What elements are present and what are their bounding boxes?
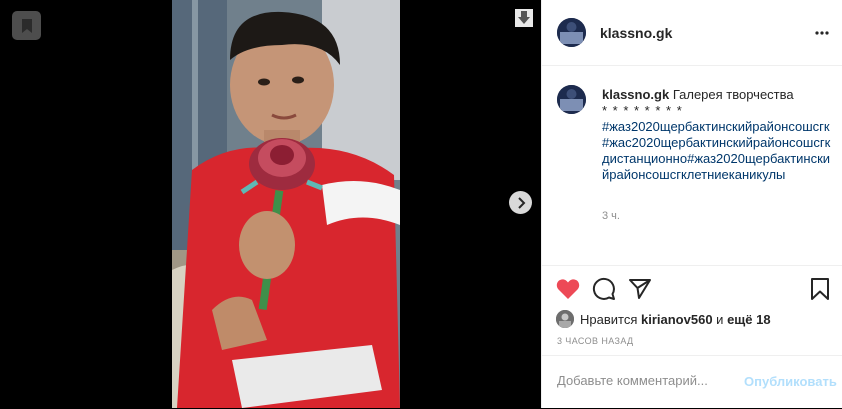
caption-time: 3 ч. (602, 210, 620, 222)
save-icon (811, 278, 829, 300)
post-photo (172, 0, 400, 408)
caption-author-avatar[interactable] (557, 85, 586, 114)
bookmark-icon (21, 18, 32, 33)
save-post-button[interactable] (807, 276, 833, 302)
avatar-image (557, 18, 586, 47)
heart-icon (556, 279, 580, 299)
post-caption: klassno.gk Галерея творчества * * * * * … (602, 87, 834, 183)
post-header: klassno.gk (542, 0, 842, 66)
caption-text: Галерея творчества (672, 87, 794, 102)
download-button[interactable] (513, 8, 535, 28)
post-side-panel: klassno.gk klassno.gk Галерея творчества… (541, 0, 842, 408)
post-actions: Нравится kirianov560 и ещё 18 3 ЧАСОВ НА… (542, 265, 842, 356)
caption-stars: * * * * * * * * (602, 103, 683, 118)
likes-conjunction: и (716, 311, 724, 327)
avatar-image (557, 85, 586, 114)
comment-input[interactable] (557, 373, 737, 388)
comment-form: Опубликовать (542, 355, 842, 409)
likes-others[interactable]: ещё 18 (727, 312, 771, 327)
likes-prefix: Нравится (580, 311, 638, 327)
bookmark-button[interactable] (12, 11, 41, 40)
more-options-button[interactable] (814, 25, 830, 41)
avatar-image (556, 310, 574, 328)
liker-username[interactable]: kirianov560 (641, 312, 713, 327)
caption-hashtags[interactable]: #жаз2020щербактинскийрайонсошсгк#жас2020… (602, 119, 830, 182)
likes-summary[interactable]: Нравится kirianov560 и ещё 18 (556, 310, 771, 328)
next-media-button[interactable] (509, 191, 532, 214)
post-media (0, 0, 541, 408)
share-icon (629, 279, 651, 299)
like-button[interactable] (555, 276, 581, 302)
download-icon (515, 9, 533, 27)
post-date[interactable]: 3 ЧАСОВ НАЗАД (557, 336, 634, 346)
photo-illustration (172, 0, 400, 408)
post-comment-button[interactable]: Опубликовать (744, 374, 837, 389)
more-icon (815, 31, 829, 35)
author-avatar[interactable] (557, 18, 586, 47)
comment-icon (592, 277, 615, 300)
share-button[interactable] (627, 276, 653, 302)
caption-username[interactable]: klassno.gk (602, 87, 669, 102)
author-username[interactable]: klassno.gk (600, 25, 672, 41)
chevron-right-icon (517, 196, 525, 209)
comment-button[interactable] (591, 276, 617, 302)
liker-avatar (556, 310, 574, 328)
